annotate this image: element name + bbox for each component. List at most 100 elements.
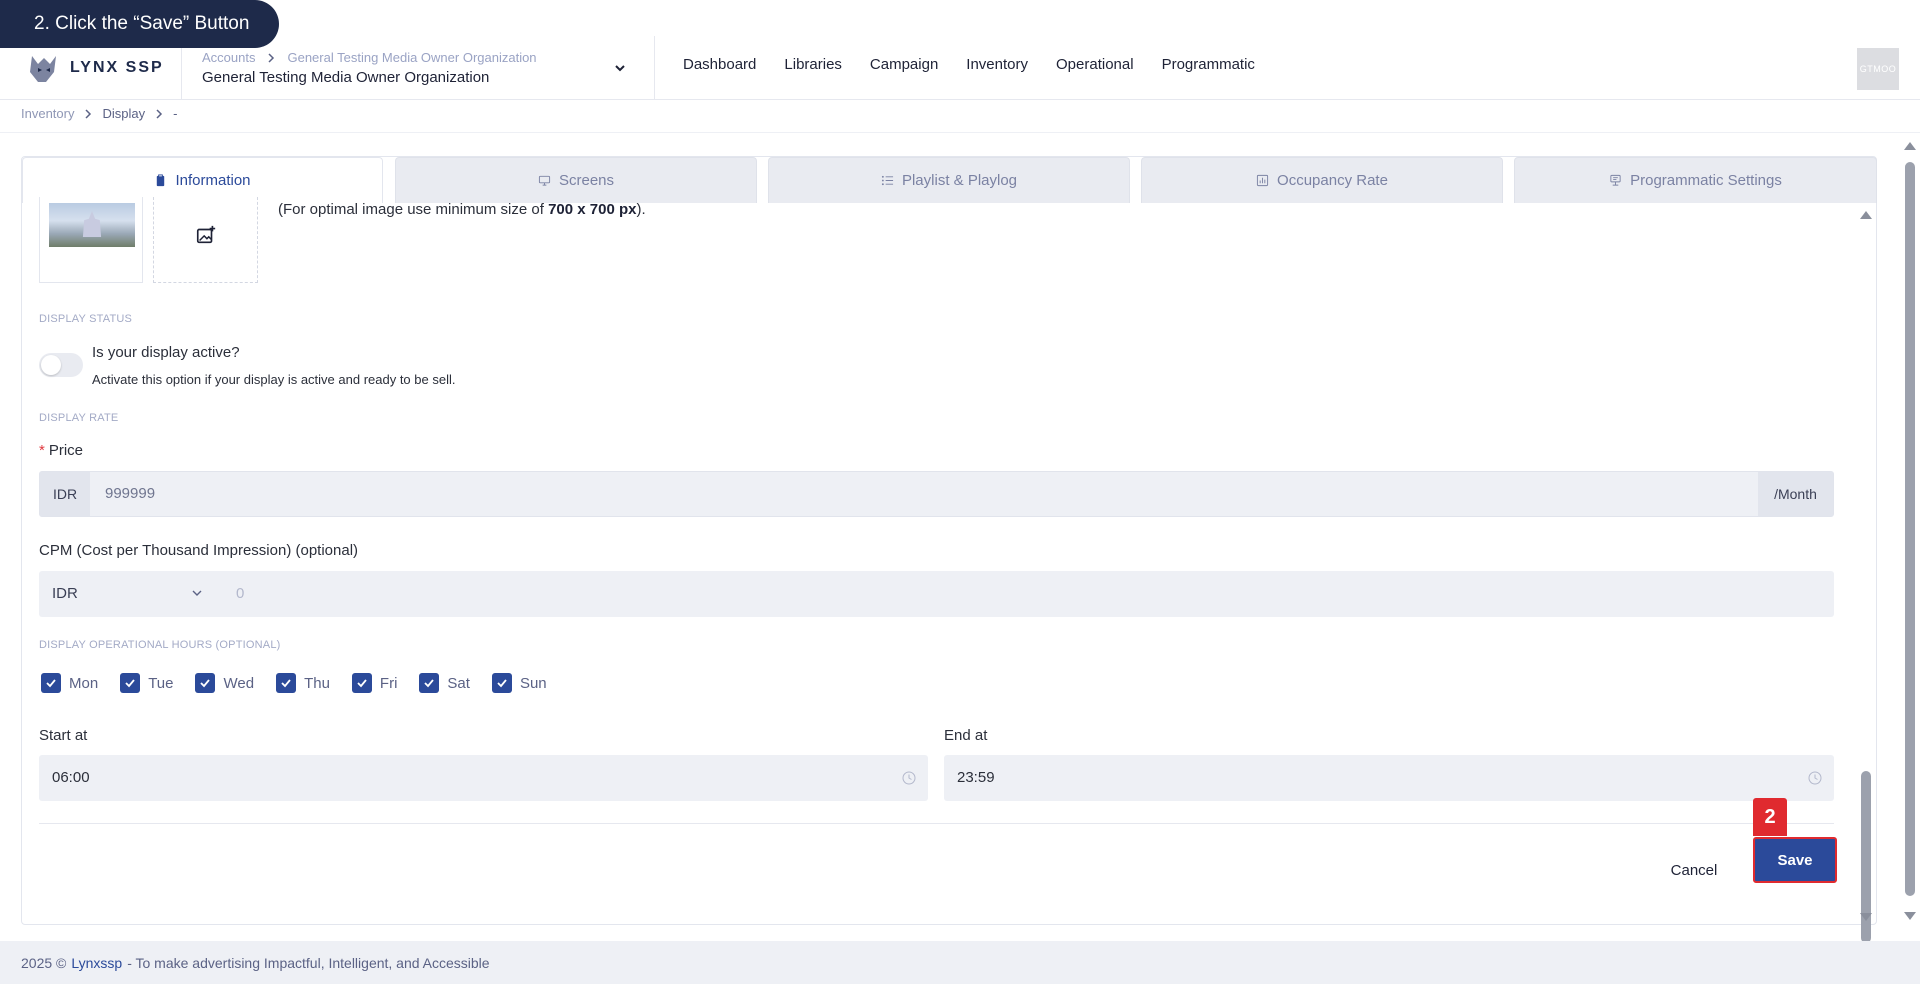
image-size-hint: (For optimal image use minimum size of 7… [278, 201, 646, 218]
chevron-right-icon [268, 52, 275, 63]
display-rate-heading: DISPLAY RATE [39, 412, 119, 424]
scroll-down-arrow-icon[interactable] [1904, 912, 1916, 920]
save-button[interactable]: Save [1753, 837, 1837, 883]
page-scrollbar[interactable] [1900, 134, 1920, 926]
nav-dashboard[interactable]: Dashboard [683, 56, 756, 73]
display-image-thumbnail[interactable] [39, 197, 143, 283]
org-switcher[interactable]: Accounts General Testing Media Owner Org… [202, 50, 642, 86]
day-sat[interactable]: Sat [419, 673, 470, 693]
add-image-button[interactable] [153, 197, 258, 283]
chevron-down-icon[interactable] [610, 58, 630, 78]
day-mon[interactable]: Mon [41, 673, 98, 693]
chevron-right-icon [85, 108, 92, 119]
day-label: Sat [447, 674, 470, 692]
checkbox-checked[interactable] [276, 673, 297, 693]
day-label: Fri [379, 674, 398, 692]
panel-scrollbar[interactable] [1857, 203, 1875, 943]
org-crumb-organization[interactable]: General Testing Media Owner Organization [287, 50, 536, 65]
check-icon [200, 679, 211, 688]
nav-programmatic[interactable]: Programmatic [1162, 56, 1255, 73]
tab-bar: Information Screens Playlist & Playlog O… [22, 157, 1877, 203]
checkbox-checked[interactable] [419, 673, 440, 693]
avatar[interactable]: GTMOO [1857, 48, 1899, 90]
scrollbar-thumb[interactable] [1905, 162, 1915, 896]
footer-tagline: - To make advertising Impactful, Intelli… [127, 954, 490, 971]
tab-label: Playlist & Playlog [901, 172, 1018, 189]
cancel-button[interactable]: Cancel [1659, 850, 1729, 890]
day-sun[interactable]: Sun [491, 673, 547, 693]
form-divider [39, 823, 1834, 824]
display-status-heading: DISPLAY STATUS [39, 313, 133, 325]
main-nav: Dashboard Libraries Campaign Inventory O… [683, 56, 1255, 73]
start-time-value: 06:00 [52, 769, 90, 786]
clipboard-icon [157, 174, 165, 187]
org-breadcrumb: Accounts General Testing Media Owner Org… [202, 50, 642, 65]
tab-screens[interactable]: Screens [395, 157, 757, 203]
day-thu[interactable]: Thu [276, 673, 330, 693]
header-divider [654, 36, 655, 100]
check-icon [46, 679, 56, 688]
footer-brand-link[interactable]: Lynxssp [71, 955, 122, 971]
end-time-input[interactable]: 23:59 [944, 755, 1834, 801]
tab-programmatic-settings[interactable]: Programmatic Settings [1514, 157, 1877, 203]
nav-operational[interactable]: Operational [1056, 56, 1134, 73]
breadcrumb-inventory[interactable]: Inventory [21, 106, 74, 121]
chart-icon [1256, 174, 1269, 187]
start-time-input[interactable]: 06:00 [39, 755, 928, 801]
display-active-description: Activate this option if your display is … [92, 372, 456, 387]
add-image-icon [196, 225, 215, 243]
checkbox-checked[interactable] [351, 673, 372, 693]
display-image [49, 203, 135, 247]
clock-icon [902, 771, 916, 785]
required-marker: * [39, 442, 45, 459]
org-name: General Testing Media Owner Organization [202, 69, 490, 86]
chevron-down-icon[interactable] [191, 587, 203, 599]
image-hint-suffix: ). [636, 201, 646, 218]
day-label: Tue [148, 674, 174, 692]
day-fri[interactable]: Fri [351, 673, 398, 693]
price-period: /Month [1758, 472, 1833, 516]
display-active-question: Is your display active? [92, 344, 240, 361]
app-logo[interactable]: LYNX SSP [24, 48, 164, 88]
image-hint-size: 700 x 700 px [548, 201, 637, 218]
check-icon [424, 679, 435, 688]
cpm-label: CPM (Cost per Thousand Impression) (opti… [39, 542, 359, 559]
price-input-group: IDR 999999 /Month [39, 471, 1834, 517]
day-wed[interactable]: Wed [195, 673, 254, 693]
scroll-down-arrow-icon[interactable] [1860, 913, 1872, 921]
breadcrumb: Inventory Display - [21, 106, 177, 121]
nav-inventory[interactable]: Inventory [966, 56, 1028, 73]
price-currency: IDR [40, 472, 90, 516]
nav-libraries[interactable]: Libraries [784, 56, 842, 73]
checkbox-checked[interactable] [41, 673, 61, 693]
checkbox-checked[interactable] [195, 673, 216, 693]
image-hint-text: (For optimal image use minimum size of [278, 201, 549, 218]
tutorial-step-bubble: 2. Click the “Save” Button [0, 0, 280, 48]
tutorial-step-badge: 2 [1753, 798, 1787, 836]
price-label: * Price [39, 442, 83, 459]
monitor-icon [538, 175, 551, 186]
cpm-currency-select[interactable]: IDR [52, 585, 78, 602]
scroll-up-arrow-icon[interactable] [1904, 142, 1916, 150]
display-active-toggle[interactable] [39, 353, 83, 377]
scroll-up-arrow-icon[interactable] [1860, 211, 1872, 219]
tab-label: Occupancy Rate [1277, 172, 1388, 189]
cpm-input[interactable]: 0 [236, 585, 244, 602]
org-crumb-accounts[interactable]: Accounts [202, 50, 255, 65]
lynx-logo-icon [30, 56, 56, 82]
tab-occupancy-rate[interactable]: Occupancy Rate [1141, 157, 1503, 203]
price-input[interactable]: 999999 [105, 485, 155, 502]
nav-campaign[interactable]: Campaign [870, 56, 938, 73]
checkbox-checked[interactable] [491, 673, 512, 693]
tab-playlist-playlog[interactable]: Playlist & Playlog [768, 157, 1130, 203]
operational-hours-heading: DISPLAY OPERATIONAL HOURS (OPTIONAL) [39, 639, 281, 651]
clock-icon [1808, 771, 1822, 785]
day-label: Wed [223, 674, 255, 692]
start-at-label: Start at [39, 727, 88, 744]
breadcrumb-display[interactable]: Display [102, 106, 145, 121]
top-header: LYNX SSP Accounts General Testing Media … [0, 0, 1920, 100]
day-tue[interactable]: Tue [120, 673, 173, 693]
checkbox-checked[interactable] [120, 673, 141, 693]
display-form-panel: Information Screens Playlist & Playlog O… [21, 156, 1877, 943]
footer-copyright: 2025 © [21, 954, 67, 971]
